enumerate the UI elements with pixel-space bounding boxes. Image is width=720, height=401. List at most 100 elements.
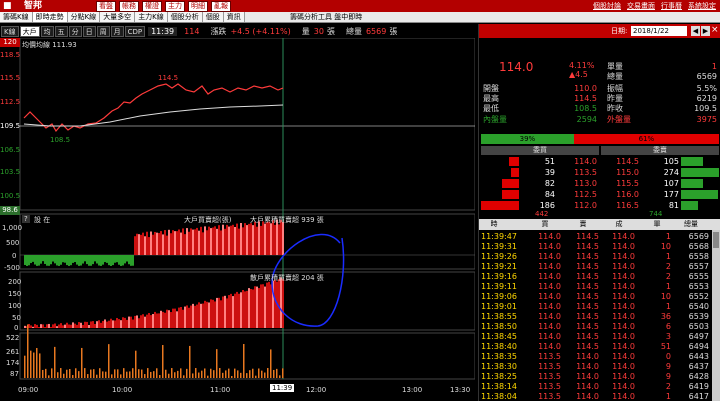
major-net-bar [132,255,134,266]
major-net-bar [238,228,240,255]
order-book-row: 84 112.5 116.0 177 [479,189,720,200]
intraday-chart[interactable]: 114.5 108.5 120 118.5 115.5 112.5 109.5 … [0,38,475,401]
major-net-bar [138,234,140,255]
tab-volume[interactable]: 大量多空 [100,12,136,22]
panel4-y-87: 87 [10,370,19,378]
volume-bar [213,370,215,378]
panel2-title: 大戶買賣超(張) [184,216,232,224]
major-net-bar [52,255,54,262]
volume-bar [60,368,62,378]
link-settings[interactable]: 系統設定 [688,0,716,12]
chart-btn-kline[interactable]: K線 [1,25,19,37]
tick-scrollbar[interactable] [712,230,720,401]
volume-bar [228,368,230,378]
major-net-bar [256,226,258,255]
nav-center-title: 籌碼分析工具 盤中即時 [290,13,363,21]
ask-depth-bar [681,168,719,177]
tab-info[interactable]: 資訊 [223,12,245,22]
close-icon[interactable]: × [711,25,719,35]
chart-btn-day[interactable]: 日 [82,25,96,37]
retail-net-bar [230,293,232,328]
link-calendar[interactable]: 行事曆 [661,0,682,12]
toolbar-button-watch[interactable]: 看盤 [96,1,116,12]
volume-bar [243,344,245,378]
chart-btn-month[interactable]: 月 [110,25,124,37]
volume-bar [168,373,170,378]
chart-btn-major[interactable]: 大戶 [19,25,40,37]
bid-price: 113.5 [574,168,597,177]
book-totals: 442 744 [479,210,720,219]
next-date-button[interactable]: ▶ [701,26,710,36]
chart-btn-min[interactable]: 分 [68,25,82,37]
book-ask-total: 744 [649,210,663,218]
retail-net-bar [144,316,146,328]
retail-net-bar [168,310,170,328]
major-net-bar [210,228,212,255]
major-net-bar [154,231,156,255]
toolbar-button-detail[interactable]: 明細 [188,1,208,12]
total-volume-value: 6569 [365,26,387,36]
toolbar-button-major[interactable]: 主力 [165,1,185,12]
volume-bar [222,372,224,378]
retail-net-bar [280,277,282,328]
retail-net-bar [78,322,80,328]
volume-bar [78,371,80,378]
quote-label-single-vol: 單量 [607,62,623,71]
chart-btn-week[interactable]: 周 [96,25,110,37]
retail-net-bar [94,323,96,328]
panel2-ctrl[interactable]: 設 在 [34,215,50,225]
chart-btn-five[interactable]: 五 [54,25,68,37]
toolbar-button-warrant[interactable]: 權證 [142,1,162,12]
major-net-bar [278,224,280,255]
volume-bar [75,368,77,378]
scrollbar-thumb[interactable] [713,232,719,248]
major-net-bar [228,226,230,255]
tab-major-kline[interactable]: 主力K線 [135,12,168,22]
bid-price: 114.0 [574,157,597,166]
retail-net-bar [186,305,188,328]
retail-net-bar [178,307,180,328]
chart-btn-avg[interactable]: 均 [40,25,54,37]
major-net-bar [172,230,174,255]
toolbar-button-account[interactable]: 帳務 [119,1,139,12]
volume-bar [147,368,149,378]
tab-chip-kline[interactable]: 籌碼K線 [0,12,33,22]
volume-bar [27,324,29,378]
change-label: 漲跌 [210,26,227,36]
retail-net-bar [226,298,228,328]
toolbar-button-report[interactable]: 亂報 [211,1,231,12]
y-label-103: 103.5 [0,168,21,176]
major-net-bar [76,255,78,265]
major-net-bar [74,255,76,263]
major-net-bar [214,226,216,255]
prev-date-button[interactable]: ◀ [691,26,700,36]
ask-price: 115.0 [616,168,639,177]
tick-row[interactable]: 11:38:04 113.5 114.0 114.0 1 6417 [479,391,720,401]
major-net-bar [58,255,60,266]
chart-btn-cdp[interactable]: CDP [124,25,146,37]
major-net-bar [230,225,232,255]
nav-tab-bar: 籌碼K線 即時走勢 分點K線 大量多空 主力K線 個股分析 個股 資訊 籌碼分析… [0,12,720,23]
link-trade[interactable]: 交易畫面 [627,0,655,12]
panel3-y-150: 150 [8,290,22,298]
tab-stock[interactable]: 個股 [202,12,224,22]
tab-branch-kline[interactable]: 分點K線 [67,12,101,22]
panel4-y-174: 174 [6,359,20,367]
inner-outer-ratio-bar: 39% 61% [481,134,719,144]
panel2-help-icon[interactable]: ? [22,215,30,223]
volume-bar [120,374,122,378]
retail-net-bar [56,326,58,328]
volume-bar [270,349,272,378]
tab-stock-analysis[interactable]: 個股分析 [167,12,203,22]
high-annotation: 114.5 [158,74,178,82]
retail-net-bar [170,312,172,328]
major-net-bar [44,255,46,264]
link-discussion[interactable]: 個股討論 [593,0,621,12]
tick-qty: 1 [665,392,671,401]
retail-net-bar [166,309,168,328]
tab-realtime[interactable]: 即時走勢 [32,12,68,22]
date-picker[interactable]: 2018/1/22 [631,26,687,36]
retail-net-bar [236,291,238,328]
major-net-bar [42,255,44,262]
book-bid-total: 442 [535,210,549,218]
